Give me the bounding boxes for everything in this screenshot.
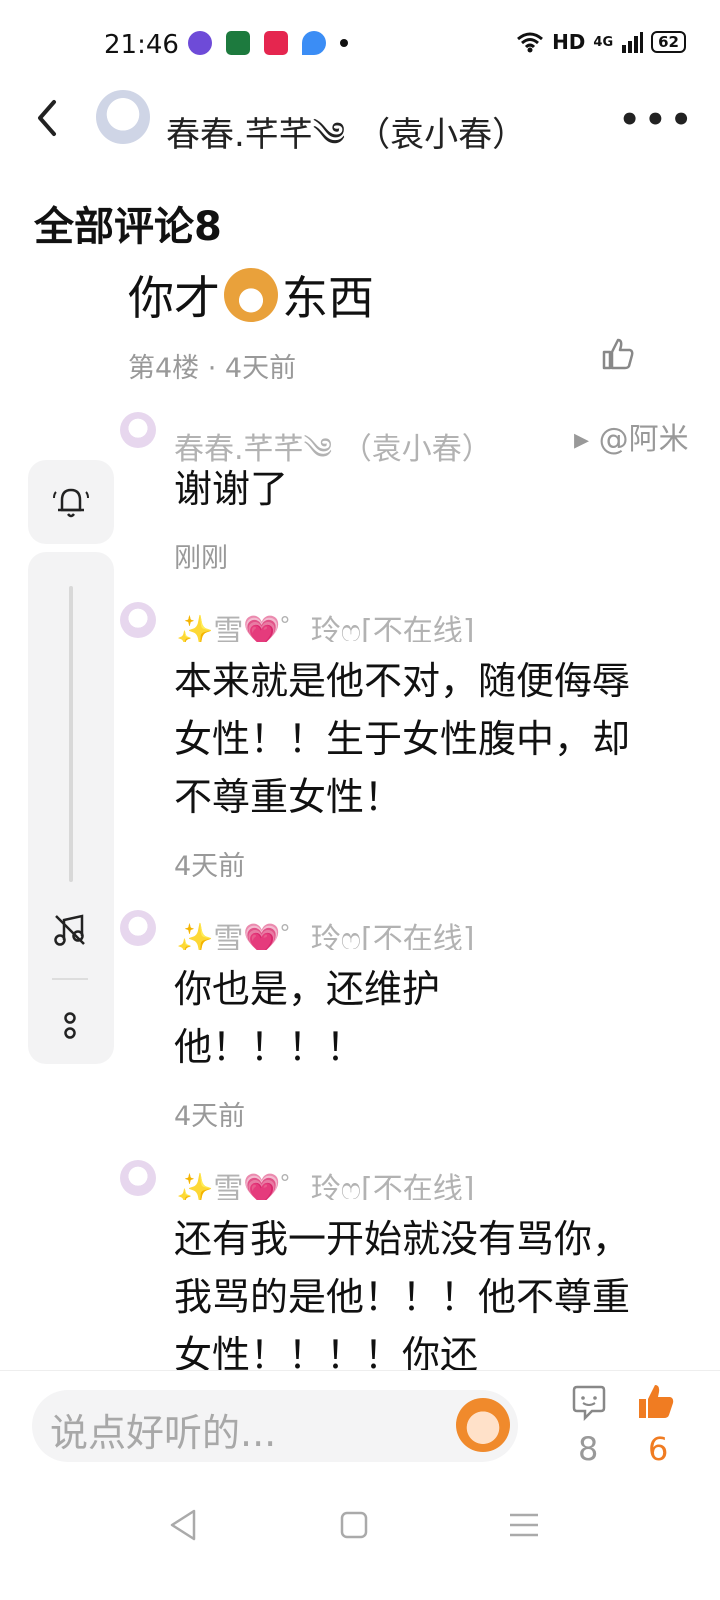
comment-icon[interactable] — [570, 1384, 608, 1422]
main-comment-meta: 第4楼 · 4天前 — [128, 353, 297, 384]
reply-author-name[interactable]: ✨雪💗゜玲ෆ[不在线] — [176, 606, 516, 642]
status-time: 21:46 — [104, 30, 179, 60]
notification-icons — [188, 31, 348, 55]
more-notifications-dot-icon — [340, 39, 348, 47]
reply-text: 本来就是他不对，随便侮辱女性！！生于女性腹中，却不尊重女性！ — [174, 659, 631, 819]
battery-level: 62 — [651, 31, 686, 53]
music-off-icon[interactable] — [50, 910, 90, 950]
reply-to-user[interactable]: ▸ @阿米 — [574, 414, 720, 458]
signal-label: 4G — [593, 34, 614, 50]
author-name[interactable]: 春春.芊芊༄ （袁小春） — [166, 96, 526, 192]
comment-count[interactable]: 8 — [578, 1430, 598, 1468]
bell-icon — [53, 488, 89, 518]
nav-home-icon[interactable] — [334, 1505, 374, 1545]
reply-text: 谢谢了 — [174, 467, 289, 511]
like-count[interactable]: 6 — [648, 1430, 668, 1468]
reply-author-name[interactable]: ✨雪💗゜玲ෆ[不在线] — [176, 914, 516, 950]
side-scroll-track[interactable] — [69, 586, 73, 882]
comment-input-placeholder[interactable]: 说点好听的... — [50, 1402, 276, 1457]
reply-text: 你也是，还维护他！！！！ — [174, 967, 441, 1069]
reply-avatar[interactable] — [120, 1160, 156, 1196]
reply-avatar[interactable] — [120, 602, 156, 638]
app-notification-icon — [226, 31, 250, 55]
reply-avatar[interactable] — [120, 910, 156, 946]
nav-menu-icon[interactable] — [504, 1505, 544, 1545]
main-comment-text: 你才 东西 — [128, 262, 374, 328]
status-bar: 21:46 HD 4G 62 — [0, 0, 720, 90]
reply-author-name[interactable]: ✨雪💗゜玲ෆ[不在线] — [176, 1164, 516, 1200]
comments-section-title: 全部评论8 — [34, 204, 222, 250]
emoji-sticker-icon[interactable] — [456, 1398, 510, 1452]
side-divider — [52, 978, 88, 980]
reply-time: 4天前 — [174, 1101, 246, 1132]
author-avatar[interactable] — [96, 90, 150, 144]
like-icon[interactable] — [600, 336, 636, 372]
dog-emoji-icon — [224, 268, 278, 322]
like-filled-icon[interactable] — [636, 1382, 676, 1422]
reply-time: 刚刚 — [174, 543, 228, 574]
notification-bell-button[interactable] — [28, 460, 114, 544]
main-comment-text-after: 东西 — [282, 271, 374, 325]
app-notification-icon — [188, 31, 212, 55]
main-comment-text-before: 你才 — [128, 271, 220, 325]
app-notification-icon — [302, 31, 326, 55]
system-status: HD 4G 62 — [516, 30, 686, 54]
back-arrow-icon[interactable] — [30, 96, 66, 140]
reply-avatar[interactable] — [120, 412, 156, 448]
network-type: HD — [552, 30, 586, 54]
video-app-icon — [264, 31, 288, 55]
wifi-icon — [517, 32, 544, 53]
nav-back-icon[interactable] — [164, 1505, 204, 1545]
signal-icon — [622, 32, 644, 53]
reply-time: 4天前 — [174, 851, 246, 882]
more-options-icon[interactable]: ••• — [619, 100, 696, 140]
more-vertical-icon[interactable] — [60, 1008, 80, 1042]
reply-text: 还有我一开始就没有骂你，我骂的是他！！！他不尊重女性！！！！你还 — [174, 1217, 631, 1370]
